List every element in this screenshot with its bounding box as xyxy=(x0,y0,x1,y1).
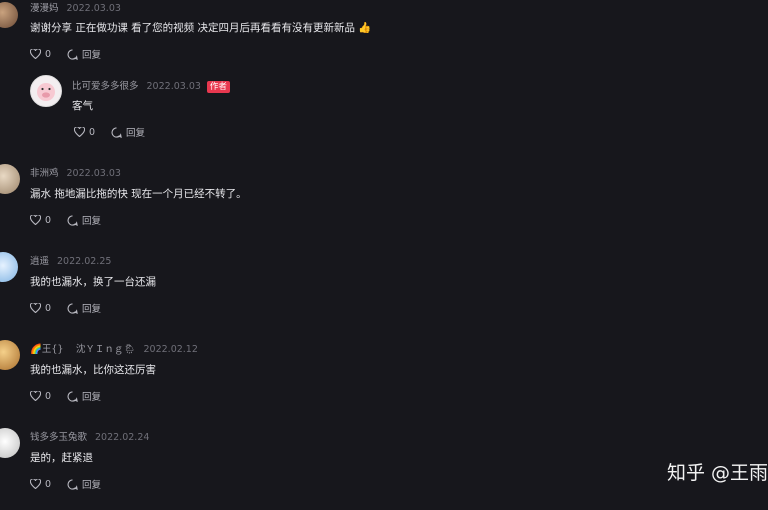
heart-icon xyxy=(30,303,41,313)
reply-button[interactable]: 回复 xyxy=(67,477,101,491)
reply-label: 回复 xyxy=(82,50,102,61)
like-count: 0 xyxy=(45,48,52,60)
reply-button[interactable]: 回复 xyxy=(67,213,101,227)
comment-text: 客气 xyxy=(72,100,93,112)
heart-icon xyxy=(30,391,41,401)
like-button[interactable]: 0 xyxy=(30,391,51,402)
pig-avatar-icon xyxy=(37,83,55,101)
avatar[interactable] xyxy=(30,75,62,107)
comment-text: 我的也漏水，比你这还厉害 xyxy=(30,364,156,376)
reply-label: 回复 xyxy=(82,392,102,403)
avatar[interactable] xyxy=(0,164,20,194)
avatar[interactable] xyxy=(0,340,20,370)
like-button[interactable]: 0 xyxy=(30,479,51,490)
reply-label: 回复 xyxy=(126,128,146,139)
like-button[interactable]: 0 xyxy=(30,215,51,226)
comment-author[interactable]: 🌈王{} 沈ＹＩｎｇ🌦 xyxy=(30,344,136,355)
heart-icon xyxy=(30,215,41,225)
reply-button[interactable]: 回复 xyxy=(67,301,101,315)
comment-icon xyxy=(67,214,78,226)
avatar[interactable] xyxy=(0,2,18,28)
reply-label: 回复 xyxy=(82,304,102,315)
like-count: 0 xyxy=(89,126,96,138)
like-count: 0 xyxy=(45,478,52,490)
comment-date: 2022.03.03 xyxy=(66,3,121,14)
comment-icon xyxy=(67,478,78,490)
comment-date: 2022.02.24 xyxy=(95,432,150,443)
comment-date: 2022.02.12 xyxy=(143,344,198,355)
like-button[interactable]: 0 xyxy=(74,127,95,138)
comment-author[interactable]: 比可爱多多很多 xyxy=(72,81,139,92)
avatar[interactable] xyxy=(0,252,18,282)
comment-text: 漏水 拖地漏比拖的快 现在一个月已经不转了。 xyxy=(30,188,247,200)
comment-author[interactable]: 漫漫妈 xyxy=(30,3,59,14)
comment-date: 2022.03.03 xyxy=(146,81,201,92)
like-count: 0 xyxy=(45,214,52,226)
zhihu-watermark: 知乎 @王雨 xyxy=(666,462,768,484)
comment-text: 我的也漏水，换了一台还漏 xyxy=(30,276,156,288)
heart-icon xyxy=(74,127,85,137)
comment-icon xyxy=(67,302,78,314)
comment-text: 是的，赶紧退 xyxy=(30,452,93,464)
heart-icon xyxy=(30,479,41,489)
avatar[interactable] xyxy=(0,428,20,458)
like-button[interactable]: 0 xyxy=(30,303,51,314)
comment-author[interactable]: 逍遥 xyxy=(30,256,49,267)
comment-date: 2022.03.03 xyxy=(66,168,121,179)
comment-author[interactable]: 钱多多玉兔歌 xyxy=(30,432,87,443)
comment-icon xyxy=(67,390,78,402)
author-badge: 作者 xyxy=(206,81,230,93)
comment-icon xyxy=(67,48,78,60)
like-count: 0 xyxy=(45,390,52,402)
reply-button[interactable]: 回复 xyxy=(111,125,145,139)
reply-label: 回复 xyxy=(82,480,102,491)
comment-date: 2022.02.25 xyxy=(57,256,112,267)
comment-icon xyxy=(111,126,122,138)
comment-author[interactable]: 非洲鸡 xyxy=(30,168,59,179)
reply-label: 回复 xyxy=(82,216,102,227)
heart-icon xyxy=(30,49,41,59)
comment-text: 谢谢分享 正在做功课 看了您的视频 决定四月后再看看有没有更新新品 👍 xyxy=(30,22,372,34)
reply-button[interactable]: 回复 xyxy=(67,389,101,403)
reply-button[interactable]: 回复 xyxy=(67,47,101,61)
like-count: 0 xyxy=(45,302,52,314)
like-button[interactable]: 0 xyxy=(30,49,51,60)
